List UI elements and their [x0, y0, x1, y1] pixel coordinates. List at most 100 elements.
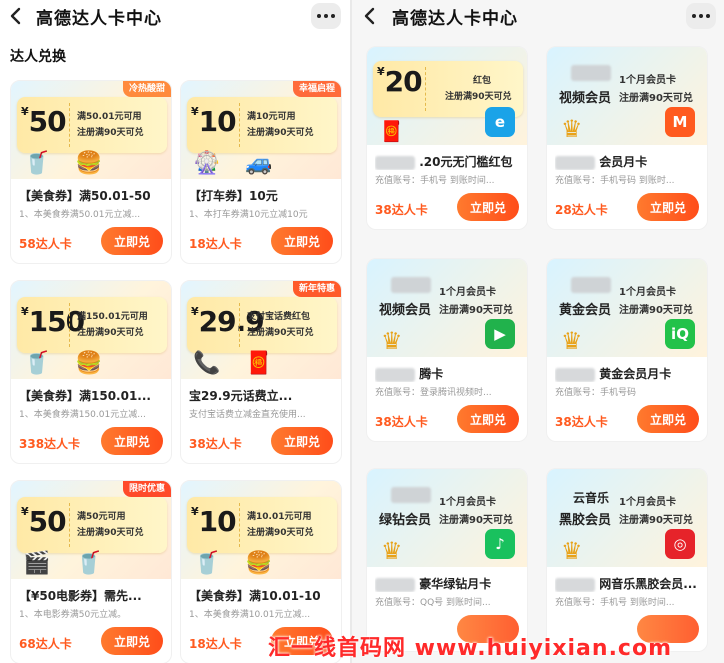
app-logo-icon: e [485, 107, 515, 137]
card-price: 38达人卡 [375, 203, 428, 217]
app-logo-icon: ♪ [485, 529, 515, 559]
yen-sign: ¥ [191, 105, 199, 118]
membership-requirement: 注册满90天可兑 [619, 93, 693, 104]
blurred-text [555, 155, 595, 170]
coupon-ticket: ¥29.9 支付宝话费红包 注册满90天可兑 [187, 297, 337, 353]
membership-name: 黄金会员 [559, 303, 612, 318]
coupon-requirement: 注册满90天可兑 [77, 528, 144, 538]
promo-badge: 幸福启程 [292, 81, 341, 97]
membership-duration: 1个月会员卡 [439, 287, 496, 298]
coupon-card[interactable]: 冷热酸甜 ¥50 满50.01元可用 注册满90天可兑 🥤 🍔 【美食券】满50… [10, 80, 172, 264]
yen-sign: ¥ [21, 505, 29, 518]
chevron-left-icon [10, 7, 20, 25]
membership-name: 黑胶会员 [559, 513, 612, 528]
redeem-button[interactable]: 立即兑 [101, 227, 163, 255]
redeem-button[interactable]: 立即兑 [457, 405, 519, 433]
card-desc: 1、本美食券满50.01元立减... [19, 210, 141, 220]
decoration-icon: 🥤 [75, 551, 103, 576]
back-button[interactable] [358, 5, 380, 27]
more-button[interactable] [311, 3, 341, 29]
amount-value: 50 [28, 105, 67, 138]
coupon-requirement: 注册满90天可兑 [247, 528, 314, 538]
left-panel: 高德达人卡中心 达人兑换 冷热酸甜 ¥50 满50.01元可用 注册满90天可兑… [0, 0, 350, 663]
card-desc: 充值账号：手机号 到账时间... [555, 598, 675, 608]
yen-sign: ¥ [21, 305, 29, 318]
card-banner: 视频会员 1个月会员卡 注册满90天可兑 ♛ M [547, 47, 707, 145]
membership-requirement: 注册满90天可兑 [439, 305, 513, 316]
membership-card[interactable]: 黄金会员 1个月会员卡 注册满90天可兑 ♛ iQ 黄金会员月卡 充值账号：手机… [546, 258, 708, 442]
card-desc: 支付宝话费立减金直充使用... [189, 410, 306, 420]
membership-card[interactable]: 视频会员 1个月会员卡 注册满90天可兑 ♛ ▶ 腾卡 充值账号：登录腾讯视频时… [366, 258, 528, 442]
card-name: 会员月卡 [555, 153, 703, 170]
chevron-left-icon [364, 7, 374, 25]
card-name: 【打车券】10元 [189, 189, 278, 203]
membership-card[interactable]: ¥20 红包 注册满90天可兑 🧧 e .20元无门槛红包 充值账号：手机号 到… [366, 46, 528, 230]
card-name: 【¥50电影券】需先... [19, 589, 142, 603]
yen-sign: ¥ [191, 505, 199, 518]
page-title: 高德达人卡中心 [392, 9, 518, 29]
blurred-text [375, 577, 415, 592]
card-desc: 1、本美食券满150.01元立减... [19, 410, 146, 420]
redeem-button[interactable]: 立即兑 [271, 427, 333, 455]
redeem-button[interactable]: 立即兑 [637, 193, 699, 221]
blurred-brand [391, 487, 431, 503]
coupon-amount: ¥50 [21, 505, 67, 538]
card-price: 38达人卡 [189, 437, 242, 451]
membership-card[interactable]: 绿钻会员 1个月会员卡 注册满90天可兑 ♛ ♪ 豪华绿钻月卡 充值账号：QQ号… [366, 468, 528, 652]
redeem-button[interactable]: 立即兑 [457, 193, 519, 221]
redeem-button[interactable]: 立即兑 [101, 427, 163, 455]
card-desc: 充值账号：手机号码 到账时... [555, 176, 675, 186]
card-banner: 幸福启程 ¥10 满10元可用 注册满90天可兑 🎡 🚙 [181, 81, 341, 179]
promo-badge: 限时优惠 [122, 481, 171, 497]
decoration-icon: 🥤 [23, 151, 51, 176]
card-name: 豪华绿钻月卡 [375, 575, 523, 592]
more-button[interactable] [686, 3, 716, 29]
back-button[interactable] [4, 5, 26, 27]
promo-badge: 新年特惠 [292, 281, 341, 297]
coupon-ticket: ¥50 满50元可用 注册满90天可兑 [17, 497, 167, 553]
card-banner: ¥10 满10.01元可用 注册满90天可兑 🥤 🍔 [181, 481, 341, 579]
decoration-icon: 🧧 [245, 351, 273, 376]
membership-card[interactable]: 云音乐 黑胶会员 1个月会员卡 注册满90天可兑 ♛ ◎ 网音乐黑胶会员... … [546, 468, 708, 652]
coupon-requirement: 注册满90天可兑 [445, 92, 512, 102]
coupon-ticket: ¥10 满10.01元可用 注册满90天可兑 [187, 497, 337, 553]
membership-card[interactable]: 视频会员 1个月会员卡 注册满90天可兑 ♛ M 会员月卡 充值账号：手机号码 … [546, 46, 708, 230]
coupon-requirement: 注册满90天可兑 [77, 128, 144, 138]
decoration-icon: 🍔 [245, 551, 273, 576]
coupon-card[interactable]: 限时优惠 ¥50 满50元可用 注册满90天可兑 🎬 🥤 【¥50电影券】需先.… [10, 480, 172, 663]
coupon-card[interactable]: 幸福启程 ¥10 满10元可用 注册满90天可兑 🎡 🚙 【打车券】10元 1、… [180, 80, 342, 264]
redeem-button[interactable]: 立即兑 [637, 405, 699, 433]
redeem-button[interactable]: 立即兑 [101, 627, 163, 655]
membership-name: 视频会员 [379, 303, 432, 318]
coupon-card[interactable]: ¥150 满150.01元可用 注册满90天可兑 🥤 🍔 【美食券】满150.0… [10, 280, 172, 464]
app-logo-icon: ▶ [485, 319, 515, 349]
membership-duration: 1个月会员卡 [619, 287, 676, 298]
card-price: 18达人卡 [189, 237, 242, 251]
redeem-button[interactable]: 立即兑 [271, 227, 333, 255]
crown-icon: ♛ [561, 115, 583, 143]
card-price: 38达人卡 [555, 415, 608, 429]
decoration-icon: 🎬 [23, 551, 51, 576]
coupon-amount: ¥50 [21, 105, 67, 138]
crown-icon: ♛ [381, 327, 403, 355]
header: 高德达人卡中心 [0, 0, 350, 32]
membership-duration: 1个月会员卡 [439, 497, 496, 508]
card-name: 【美食券】满50.01-50 [19, 189, 151, 203]
blurred-text [375, 155, 415, 170]
yen-sign: ¥ [191, 305, 199, 318]
coupon-card[interactable]: 新年特惠 ¥29.9 支付宝话费红包 注册满90天可兑 📞 🧧 宝29.9元话费… [180, 280, 342, 464]
card-name: 【美食券】满10.01-10 [189, 589, 321, 603]
decoration-icon: 🍔 [75, 151, 103, 176]
decoration-icon: 🥤 [193, 551, 221, 576]
card-desc: 充值账号：登录腾讯视频时... [375, 388, 492, 398]
card-price: 68达人卡 [19, 637, 72, 651]
coupon-requirement: 注册满90天可兑 [247, 328, 314, 338]
amount-value: 50 [28, 505, 67, 538]
yen-sign: ¥ [377, 65, 385, 78]
app-logo-icon: iQ [665, 319, 695, 349]
coupon-condition: 支付宝话费红包 [247, 312, 311, 322]
decoration-icon: 🍔 [75, 351, 103, 376]
card-price: 28达人卡 [555, 203, 608, 217]
watermark: 汇一线首码网 www.huiyixian.com [268, 636, 673, 661]
card-price: 58达人卡 [19, 237, 72, 251]
